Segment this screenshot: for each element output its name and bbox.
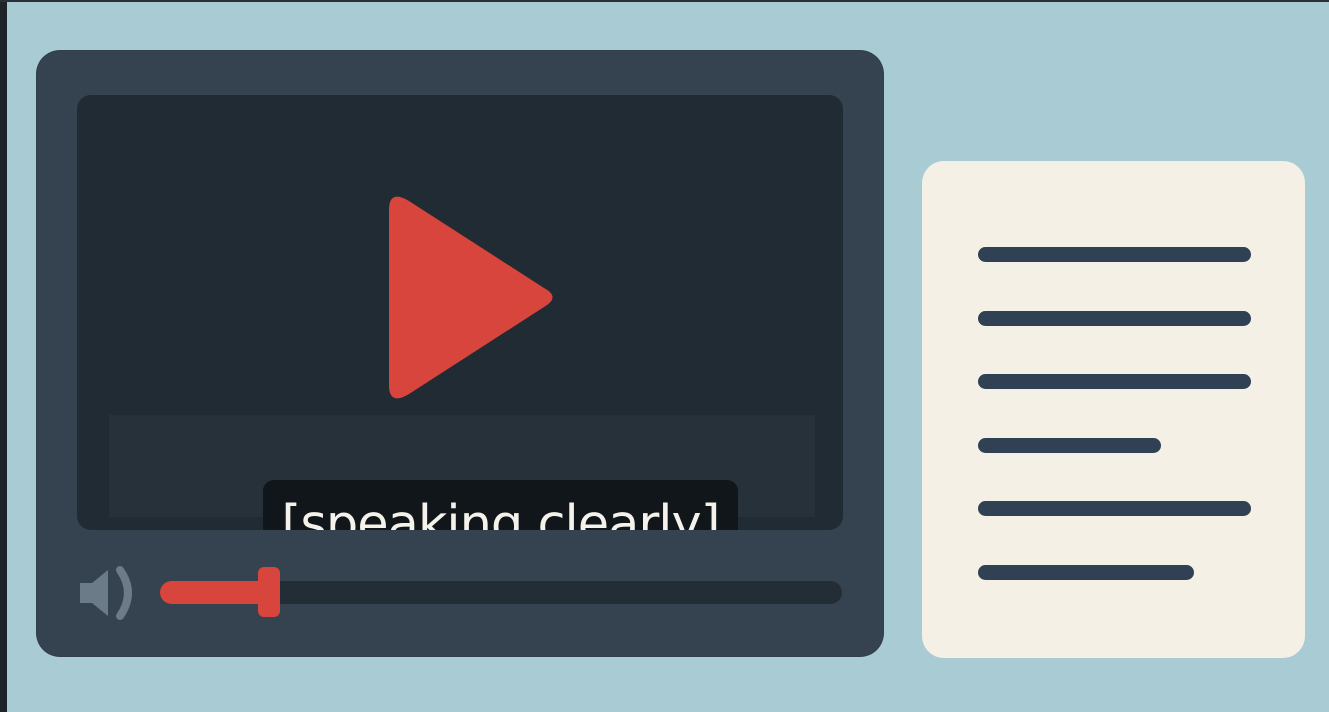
transcript-panel (922, 161, 1305, 658)
play-icon (389, 196, 553, 399)
transcript-line (978, 501, 1251, 516)
transcript-line (978, 564, 1194, 580)
video-player: [speaking clearly] (36, 50, 884, 657)
transcript-line (978, 374, 1251, 389)
video-screen[interactable]: [speaking clearly] (77, 95, 843, 530)
transcript-line (978, 310, 1251, 326)
left-window-edge (0, 0, 7, 712)
transcript-line (978, 247, 1251, 262)
caption-text: [speaking clearly] (281, 494, 720, 531)
caption-box: [speaking clearly] (263, 480, 738, 530)
progress-fill (160, 581, 269, 604)
progress-handle[interactable] (258, 567, 280, 617)
play-button[interactable] (369, 189, 554, 406)
transcript-line (978, 437, 1161, 453)
top-window-edge (0, 0, 1329, 2)
progress-track[interactable] (160, 567, 842, 617)
speaker-volume-icon[interactable] (74, 558, 144, 628)
